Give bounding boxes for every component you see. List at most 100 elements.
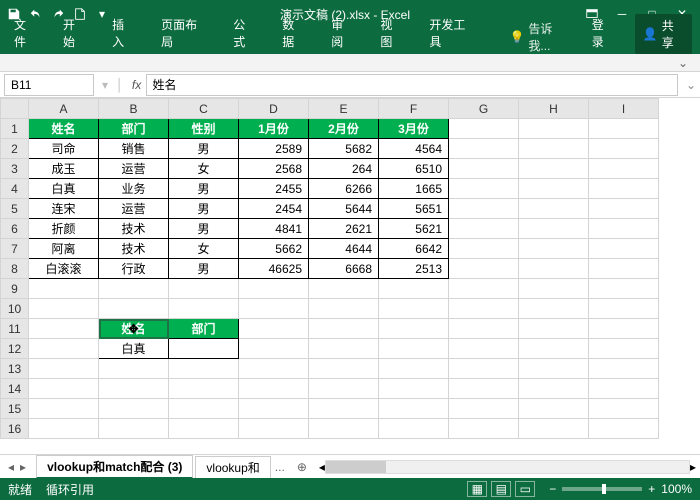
view-break-icon[interactable]: ▭ bbox=[515, 481, 535, 497]
col-header[interactable]: B bbox=[99, 99, 169, 119]
tab-file[interactable]: 文件 bbox=[8, 12, 43, 54]
name-box[interactable]: B11 bbox=[4, 74, 94, 96]
row-header[interactable]: 13 bbox=[1, 359, 29, 379]
cell[interactable] bbox=[309, 379, 379, 399]
cell[interactable]: 男 bbox=[169, 219, 239, 239]
col-header[interactable]: G bbox=[449, 99, 519, 119]
cell[interactable] bbox=[99, 419, 169, 439]
row-header[interactable]: 12 bbox=[1, 339, 29, 359]
cell[interactable] bbox=[519, 379, 589, 399]
zoom-slider[interactable] bbox=[562, 487, 642, 491]
cell[interactable] bbox=[589, 239, 659, 259]
sheet-more[interactable]: ... bbox=[271, 460, 289, 474]
cell[interactable] bbox=[449, 299, 519, 319]
cell[interactable] bbox=[379, 339, 449, 359]
cell[interactable] bbox=[519, 119, 589, 139]
tab-layout[interactable]: 页面布局 bbox=[155, 12, 213, 54]
cell[interactable]: 2513 bbox=[379, 259, 449, 279]
cell[interactable] bbox=[589, 159, 659, 179]
cell[interactable]: 1月份 bbox=[239, 119, 309, 139]
cell[interactable] bbox=[239, 379, 309, 399]
cell[interactable]: 5621 bbox=[379, 219, 449, 239]
cell[interactable] bbox=[239, 419, 309, 439]
expand-formula-icon[interactable]: ⌄ bbox=[682, 78, 700, 92]
cell[interactable]: 2455 bbox=[239, 179, 309, 199]
cell[interactable]: 性别 bbox=[169, 119, 239, 139]
sheet-tab-active[interactable]: vlookup和match配合 (3) bbox=[36, 455, 193, 479]
cell[interactable] bbox=[589, 379, 659, 399]
cell[interactable] bbox=[99, 299, 169, 319]
cell[interactable] bbox=[519, 279, 589, 299]
cell[interactable]: 5644 bbox=[309, 199, 379, 219]
row-header[interactable]: 6 bbox=[1, 219, 29, 239]
cell[interactable]: 6668 bbox=[309, 259, 379, 279]
cell[interactable]: 6266 bbox=[309, 179, 379, 199]
cell[interactable] bbox=[379, 419, 449, 439]
cell[interactable] bbox=[379, 359, 449, 379]
scroll-right-icon[interactable]: ▸ bbox=[690, 460, 696, 474]
cell[interactable] bbox=[29, 419, 99, 439]
cell[interactable] bbox=[449, 399, 519, 419]
cell[interactable]: 女 bbox=[169, 239, 239, 259]
cell[interactable]: 4841 bbox=[239, 219, 309, 239]
cell[interactable]: 行政 bbox=[99, 259, 169, 279]
collapse-ribbon-icon[interactable]: ⌄ bbox=[674, 56, 692, 70]
cell[interactable] bbox=[589, 259, 659, 279]
cell[interactable] bbox=[589, 319, 659, 339]
cell[interactable]: 5651 bbox=[379, 199, 449, 219]
cell[interactable] bbox=[519, 339, 589, 359]
cell[interactable]: 运营 bbox=[99, 159, 169, 179]
cell[interactable]: 2621 bbox=[309, 219, 379, 239]
cell[interactable] bbox=[29, 359, 99, 379]
tab-data[interactable]: 数据 bbox=[276, 12, 311, 54]
cell[interactable]: 男 bbox=[169, 179, 239, 199]
cell[interactable]: 3月份 bbox=[379, 119, 449, 139]
cell[interactable] bbox=[309, 359, 379, 379]
cell[interactable] bbox=[519, 399, 589, 419]
cell[interactable]: 男 bbox=[169, 199, 239, 219]
cell[interactable] bbox=[239, 359, 309, 379]
cell[interactable] bbox=[449, 119, 519, 139]
cell[interactable]: 4644 bbox=[309, 239, 379, 259]
tab-formulas[interactable]: 公式 bbox=[227, 12, 262, 54]
row-header[interactable]: 2 bbox=[1, 139, 29, 159]
cell[interactable]: 男 bbox=[169, 139, 239, 159]
tab-review[interactable]: 审阅 bbox=[325, 12, 360, 54]
cell[interactable] bbox=[449, 259, 519, 279]
cell[interactable] bbox=[379, 319, 449, 339]
horizontal-scrollbar[interactable]: ◂ ▸ bbox=[315, 460, 700, 474]
cell[interactable]: 技术 bbox=[99, 219, 169, 239]
spreadsheet-grid[interactable]: ABCDEFGHI1姓名部门性别1月份2月份3月份2司命销售男258956824… bbox=[0, 98, 700, 454]
sheet-nav-last-icon[interactable]: ▸ bbox=[18, 460, 28, 474]
cell[interactable]: 46625 bbox=[239, 259, 309, 279]
cell[interactable] bbox=[519, 199, 589, 219]
col-header[interactable]: H bbox=[519, 99, 589, 119]
cell[interactable]: 技术 bbox=[99, 239, 169, 259]
cell[interactable]: 销售 bbox=[99, 139, 169, 159]
cell[interactable]: 5682 bbox=[309, 139, 379, 159]
cell[interactable] bbox=[519, 299, 589, 319]
cell[interactable]: 白真 bbox=[29, 179, 99, 199]
cell[interactable] bbox=[589, 179, 659, 199]
cell[interactable] bbox=[239, 299, 309, 319]
view-normal-icon[interactable]: ▦ bbox=[467, 481, 487, 497]
cell[interactable]: 连宋 bbox=[29, 199, 99, 219]
cell[interactable] bbox=[519, 159, 589, 179]
cell[interactable] bbox=[449, 279, 519, 299]
cell[interactable] bbox=[99, 359, 169, 379]
cell[interactable] bbox=[309, 399, 379, 419]
cell[interactable]: 司命 bbox=[29, 139, 99, 159]
row-header[interactable]: 3 bbox=[1, 159, 29, 179]
cell[interactable]: 1665 bbox=[379, 179, 449, 199]
cell[interactable] bbox=[169, 419, 239, 439]
cell[interactable] bbox=[449, 139, 519, 159]
cell[interactable] bbox=[449, 339, 519, 359]
cell[interactable] bbox=[589, 279, 659, 299]
cell[interactable]: 运营 bbox=[99, 199, 169, 219]
cell[interactable] bbox=[309, 319, 379, 339]
cell[interactable] bbox=[29, 299, 99, 319]
row-header[interactable]: 15 bbox=[1, 399, 29, 419]
cell[interactable] bbox=[589, 339, 659, 359]
tab-view[interactable]: 视图 bbox=[374, 12, 409, 54]
cell[interactable]: 6510 bbox=[379, 159, 449, 179]
